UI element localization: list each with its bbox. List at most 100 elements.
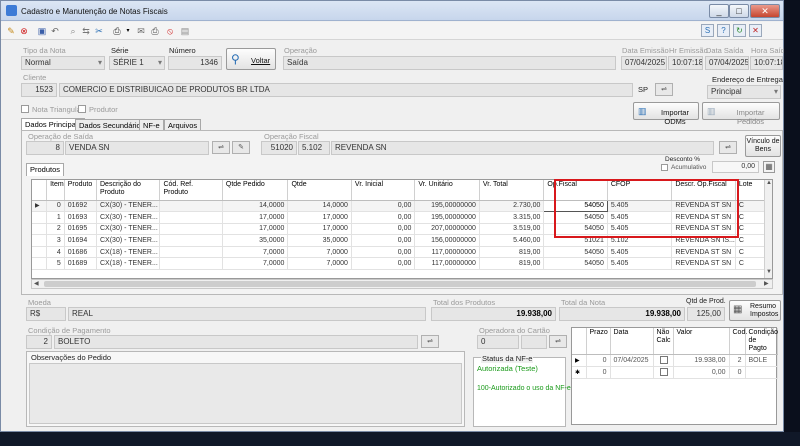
table-cell[interactable] (159, 211, 223, 224)
col-produto[interactable]: Produto (64, 180, 98, 201)
data-saida-field[interactable]: 07/04/2025 (705, 56, 749, 70)
table-cell[interactable]: 01695 (64, 223, 98, 236)
table-cell[interactable]: 5.405 (607, 246, 673, 259)
scroll-up-icon[interactable]: ▲ (766, 180, 772, 186)
operacao-fiscal-name[interactable]: REVENDA SN (331, 141, 714, 155)
operacao-saida-lookup-icon[interactable]: ⇌ (212, 141, 230, 154)
col-vr-inicial[interactable]: Vr. Inicial (351, 180, 416, 201)
col-descricao[interactable]: Descrição do Produto (96, 180, 161, 201)
row-indicator[interactable] (32, 246, 48, 259)
table-cell[interactable]: 17,0000 (222, 211, 289, 224)
table-cell[interactable]: C (735, 234, 766, 247)
nao-calc-checkbox[interactable] (659, 355, 668, 364)
table-cell[interactable]: 01692 (64, 200, 98, 213)
table-cell[interactable]: C (735, 211, 766, 224)
table-row[interactable]: 4 01686 CX(18) - TENER... 7,0000 7,0000 0,00 1… (32, 246, 766, 259)
payment-cell[interactable]: 0 (586, 354, 611, 367)
table-cell[interactable]: 17,0000 (287, 223, 352, 236)
row-indicator[interactable] (32, 234, 48, 247)
col-condicao-pagto[interactable]: Condição de Pagto (745, 328, 778, 355)
calculator-icon[interactable]: ▦ (763, 161, 775, 173)
skype-icon[interactable]: S (701, 24, 714, 37)
cliente-lookup-icon[interactable]: ⇌ (655, 83, 673, 96)
scroll-down-icon[interactable]: ▼ (766, 269, 772, 275)
payment-row[interactable]: ✱ 0 0,00 0 (572, 366, 778, 379)
close-button[interactable]: ✕ (750, 4, 780, 18)
table-cell[interactable]: 01693 (64, 211, 98, 224)
operacao-saida-code[interactable]: 8 (26, 141, 64, 155)
col-vr-total[interactable]: Vr. Total (479, 180, 545, 201)
table-cell[interactable]: 0,00 (351, 211, 416, 224)
table-cell[interactable]: 0,00 (351, 200, 416, 213)
scroll-right-icon[interactable]: ▶ (764, 280, 769, 287)
table-cell[interactable]: 2.730,00 (479, 200, 545, 213)
pagamento-lookup-icon[interactable]: ⇌ (421, 335, 439, 348)
table-cell[interactable]: 01689 (64, 257, 98, 271)
cliente-code-field[interactable]: 1523 (21, 83, 57, 97)
operacao-fiscal-lookup-icon[interactable]: ⇌ (719, 141, 737, 154)
payment-cell[interactable]: 07/04/2025 (610, 354, 654, 367)
importar-pedidos-button[interactable]: ▥ Importar Pedidos (702, 102, 780, 126)
chevron-down-icon[interactable]: ▾ (122, 25, 134, 37)
col-qtde[interactable]: Qtde (287, 180, 352, 201)
operacao-saida-name[interactable]: VENDA SN (65, 141, 209, 155)
moeda-code[interactable]: R$ (26, 307, 66, 321)
table-cell[interactable]: 7,0000 (222, 246, 289, 259)
cliente-name-field[interactable]: COMERCIO E DISTRIBUICAO DE PRODUTOS BR L… (59, 83, 633, 97)
table-cell[interactable]: C (735, 257, 766, 271)
table-cell[interactable]: 5 (46, 257, 65, 271)
table-cell[interactable]: C (735, 200, 766, 213)
products-horizontal-scrollbar[interactable]: ◀ ▶ (31, 279, 773, 289)
document-icon[interactable]: ▤ (179, 25, 191, 37)
table-cell[interactable]: CX(18) - TENER... (96, 257, 161, 271)
scroll-thumb[interactable] (44, 281, 756, 287)
condicao-pagamento-name[interactable]: BOLETO (54, 335, 418, 349)
table-cell[interactable]: 819,00 (479, 246, 545, 259)
exit-icon[interactable]: ✕ (749, 24, 762, 37)
tab-produtos[interactable]: Produtos (26, 163, 65, 176)
data-emissao-field[interactable]: 07/04/2025 (621, 56, 667, 70)
table-cell[interactable]: CX(30) - TENER... (96, 234, 161, 247)
table-cell[interactable]: 195,00000000 (414, 200, 480, 213)
table-cell[interactable]: 4 (46, 246, 65, 259)
operacao-fiscal-code[interactable]: 51020 (261, 141, 297, 155)
payment-cell[interactable] (610, 366, 654, 379)
operadora-field[interactable]: 0 (477, 335, 519, 349)
table-cell[interactable]: 1 (46, 211, 65, 224)
payments-grid[interactable]: Prazo Data Não Calc Valor Cod. Condição … (571, 327, 778, 425)
help-icon[interactable]: ? (717, 24, 730, 37)
refresh-icon[interactable]: ↻ (733, 24, 746, 37)
table-row[interactable]: 5 01689 CX(18) - TENER... 7,0000 7,0000 0,00 1… (32, 257, 766, 271)
table-cell[interactable]: 819,00 (479, 257, 545, 271)
col-prazo[interactable]: Prazo (586, 328, 611, 355)
table-cell[interactable]: 7,0000 (287, 246, 352, 259)
table-cell[interactable] (159, 223, 223, 236)
table-cell[interactable] (159, 234, 223, 247)
link-icon[interactable]: ⇆ (80, 25, 92, 37)
payment-cell[interactable] (745, 366, 778, 379)
payment-cell[interactable]: 2 (729, 354, 746, 367)
produtor-checkbox[interactable] (78, 105, 86, 113)
table-cell[interactable]: CX(30) - TENER... (96, 211, 161, 224)
row-indicator[interactable] (32, 223, 48, 236)
operacao-saida-edit-icon[interactable]: ✎ (232, 141, 250, 154)
nao-calc-checkbox-cell[interactable] (653, 354, 674, 367)
hr-emissao-field[interactable]: 10:07:18 (668, 56, 703, 70)
table-cell[interactable]: 0,00 (351, 257, 416, 271)
search-icon[interactable]: ⌕ (67, 25, 79, 37)
products-vertical-scrollbar[interactable]: ▲ ▼ (764, 180, 772, 278)
resumo-impostos-button[interactable]: ▦ Resumo Impostos (729, 300, 781, 321)
table-cell[interactable]: 7,0000 (287, 257, 352, 271)
row-indicator[interactable] (32, 257, 48, 271)
table-cell[interactable] (159, 246, 223, 259)
table-cell[interactable]: 2 (46, 223, 65, 236)
table-cell[interactable]: 17,0000 (222, 223, 289, 236)
observacoes-textarea[interactable] (29, 363, 462, 424)
payment-cell[interactable]: 0 (729, 366, 746, 379)
table-cell[interactable]: 01686 (64, 246, 98, 259)
table-cell[interactable]: 01694 (64, 234, 98, 247)
table-cell[interactable]: 0,00 (351, 234, 416, 247)
minimize-button[interactable]: _ (709, 4, 729, 18)
numero-field[interactable]: 1346 (168, 56, 222, 70)
mail-icon[interactable]: ✉ (135, 25, 147, 37)
